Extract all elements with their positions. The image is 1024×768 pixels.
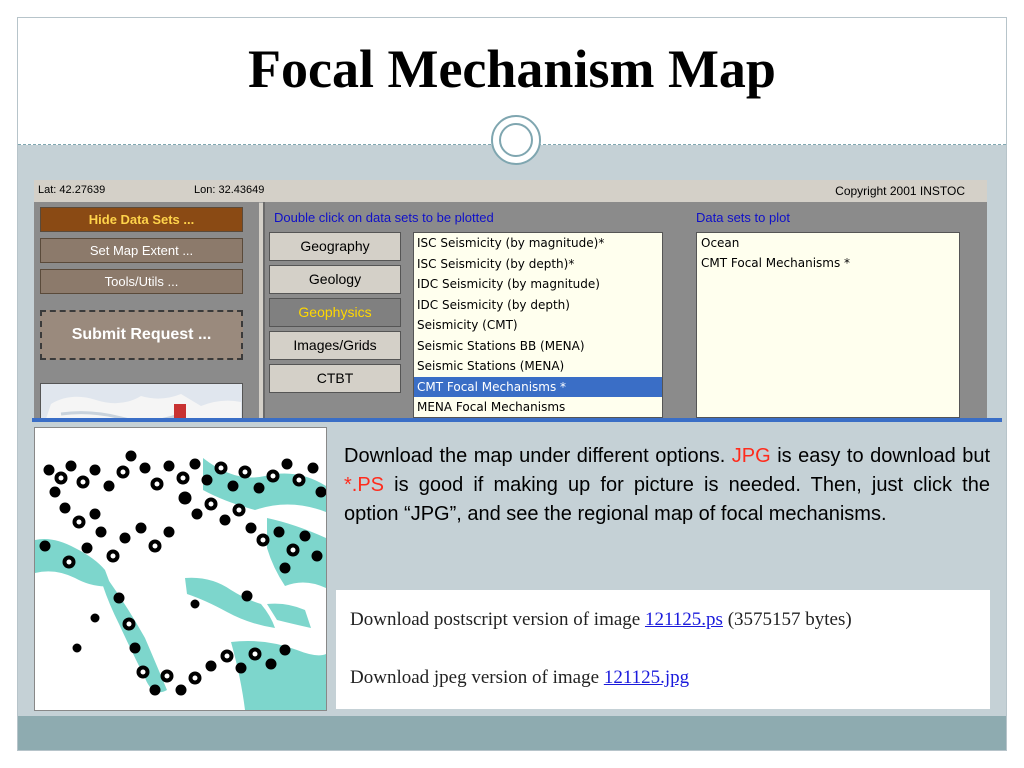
dataset-item[interactable]: Seismic Stations BB (MENA)	[414, 336, 662, 357]
screenshot-bottom-edge	[32, 418, 1002, 422]
hide-data-sets-button[interactable]: Hide Data Sets ...	[40, 207, 243, 232]
plot-list-item[interactable]: Ocean	[697, 233, 959, 253]
jpeg-download-label: Download jpeg version of image	[350, 667, 600, 688]
dataset-item[interactable]: IDC Seismicity (by depth)	[414, 295, 662, 316]
postscript-download-label: Download postscript version of image	[350, 609, 641, 630]
slide-frame: Focal Mechanism Map Lat: 42.27639 Lon: 3…	[17, 17, 1007, 751]
slide-title: Focal Mechanism Map	[248, 39, 776, 99]
dataset-item[interactable]: Seismic Stations (MENA)	[414, 356, 662, 377]
jpg-highlight: JPG	[731, 445, 771, 467]
category-button-geophysics[interactable]: Geophysics	[269, 298, 401, 327]
focal-mechanism-map	[34, 427, 327, 711]
plot-list-header: Data sets to plot	[696, 210, 790, 225]
jpeg-download-link[interactable]: 121125.jpg	[604, 667, 689, 688]
jpeg-download-line: Download jpeg version of image 121125.jp…	[350, 667, 689, 689]
dataset-item[interactable]: Seismicity (CMT)	[414, 315, 662, 336]
data-sets-instruction: Double click on data sets to be plotted	[274, 210, 494, 225]
dataset-item[interactable]: MENA Focal Mechanisms	[414, 397, 662, 417]
left-control-panel: Hide Data Sets ... Set Map Extent ... To…	[34, 202, 259, 418]
description-mid: is easy to download but	[777, 445, 991, 467]
dataset-item[interactable]: IDC Seismicity (by magnitude)	[414, 274, 662, 295]
latitude-readout: Lat: 42.27639	[38, 184, 106, 196]
tools-utils-button[interactable]: Tools/Utils ...	[40, 269, 243, 294]
postscript-download-link[interactable]: 121125.ps	[645, 609, 723, 630]
available-datasets-list[interactable]: ISC Seismicity (by magnitude)* ISC Seism…	[413, 232, 663, 418]
longitude-readout: Lon: 32.43649	[194, 184, 265, 196]
copyright-text: Copyright 2001 INSTOC	[835, 184, 965, 198]
datasets-to-plot-list[interactable]: Ocean CMT Focal Mechanisms *	[696, 232, 960, 418]
set-map-extent-button[interactable]: Set Map Extent ...	[40, 238, 243, 263]
focal-map-graphic	[35, 428, 326, 710]
postscript-download-line: Download postscript version of image 121…	[350, 609, 852, 631]
divider-circle-ornament	[491, 115, 541, 165]
dataset-item-selected[interactable]: CMT Focal Mechanisms *	[414, 376, 662, 397]
postscript-file-size: (3575157 bytes)	[727, 609, 852, 630]
download-links-panel: Download postscript version of image 121…	[336, 590, 990, 709]
dataset-item[interactable]: ISC Seismicity (by depth)*	[414, 254, 662, 275]
plot-list-item[interactable]: CMT Focal Mechanisms *	[697, 253, 959, 273]
overview-minimap[interactable]	[40, 383, 243, 418]
category-button-geography[interactable]: Geography	[269, 232, 401, 261]
submit-request-button[interactable]: Submit Request ...	[40, 310, 243, 360]
slide-description: Download the map under different options…	[344, 442, 990, 529]
status-bar: Lat: 42.27639 Lon: 32.43649 Copyright 20…	[34, 180, 987, 203]
minimap-landmass	[46, 394, 241, 418]
minimap-extent-marker	[174, 404, 186, 418]
description-lead: Download the map under different options…	[344, 445, 726, 467]
data-sets-panel: Double click on data sets to be plotted …	[263, 202, 987, 418]
ps-highlight: *.PS	[344, 474, 385, 496]
category-button-geology[interactable]: Geology	[269, 265, 401, 294]
category-button-images-grids[interactable]: Images/Grids	[269, 331, 401, 360]
description-tail: is good if making up for picture is need…	[344, 474, 990, 525]
slide-footer-band	[18, 716, 1006, 750]
app-screenshot: Lat: 42.27639 Lon: 32.43649 Copyright 20…	[34, 180, 987, 418]
dataset-item[interactable]: ISC Seismicity (by magnitude)*	[414, 233, 662, 254]
category-button-ctbt[interactable]: CTBT	[269, 364, 401, 393]
